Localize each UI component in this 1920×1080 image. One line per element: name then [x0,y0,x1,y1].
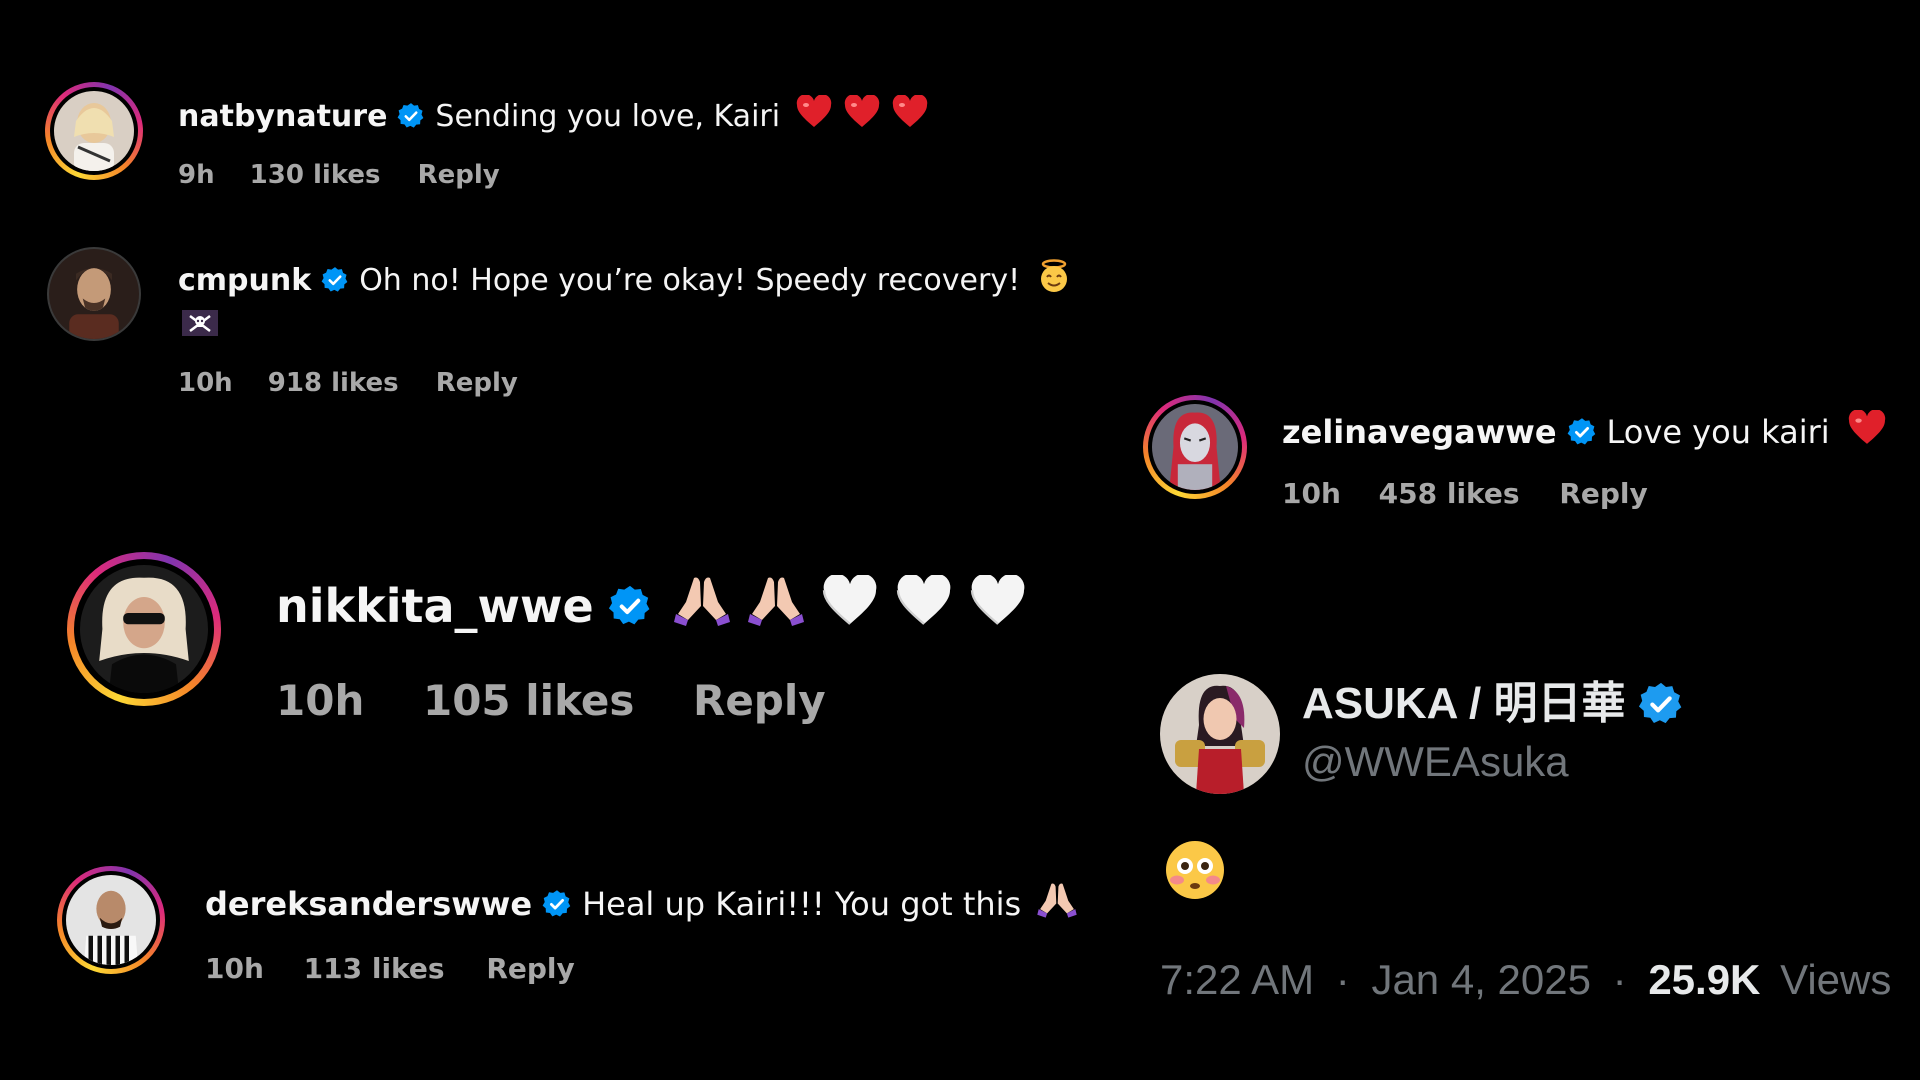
like-count[interactable]: 458 likes [1379,477,1520,510]
separator: · [1335,956,1350,1003]
comment-time: 9h [178,160,215,190]
avatar[interactable] [47,247,141,341]
comment-text: Love you kairi [1606,413,1830,451]
avatar[interactable] [45,82,143,180]
verified-badge-icon [397,102,425,130]
username[interactable]: natbynature [178,99,387,134]
reply-button[interactable]: Reply [1559,477,1647,510]
separator: · [1612,956,1627,1003]
profile-photo [66,875,156,965]
folded-hands-icon [747,574,804,639]
verified-badge-icon [1567,417,1597,447]
red-heart-icon [796,94,832,137]
avatar[interactable] [1143,395,1247,499]
profile-photo [80,565,208,693]
comment-time: 10h [178,368,233,398]
comment-time: 10h [205,952,264,985]
reply-button[interactable]: Reply [486,952,574,985]
profile-photo [1160,674,1280,794]
white-heart-icon [896,573,952,638]
white-heart-icon [970,573,1026,638]
red-heart-icon [844,94,880,137]
comment-text: Heal up Kairi!!! You got this [582,885,1022,923]
red-heart-icon [892,94,928,137]
comment-time: 10h [1282,477,1341,510]
views-label: Views [1780,956,1892,1003]
reply-button[interactable]: Reply [418,160,500,190]
display-name-text: ASUKA / 明日華 [1302,679,1626,728]
profile-photo [54,91,134,171]
username[interactable]: nikkita_wwe [276,579,594,633]
skull-crossbones-flag-icon [182,310,218,340]
handle[interactable]: @WWEAsuka [1302,738,1569,786]
avatar[interactable] [67,552,221,706]
verified-badge-icon [1638,681,1684,727]
avatar[interactable] [57,866,165,974]
comment-text: Oh no! Hope you’re okay! Speedy recovery… [359,262,1021,298]
username[interactable]: dereksanderswwe [205,885,532,923]
comment-text: Sending you love, Kairi [435,98,781,134]
tweet-meta: 7:22 AM · Jan 4, 2025 · 25.9K Views [1160,956,1891,1004]
like-count[interactable]: 130 likes [250,160,381,190]
reply-button[interactable]: Reply [436,368,518,398]
verified-badge-icon [542,889,572,919]
folded-hands-icon [673,574,730,639]
views-count: 25.9K [1648,956,1761,1003]
tweet-time[interactable]: 7:22 AM [1160,956,1314,1003]
red-heart-icon [1848,409,1886,454]
verified-badge-icon [321,266,349,294]
username[interactable]: cmpunk [178,263,311,298]
verified-badge-icon [608,584,652,628]
tweet-date[interactable]: Jan 4, 2025 [1371,956,1591,1003]
username[interactable]: zelinavegawwe [1282,413,1557,451]
reply-button[interactable]: Reply [693,676,826,725]
avatar[interactable] [1160,674,1280,794]
profile-photo [1152,404,1238,490]
folded-hands-icon [1037,881,1077,927]
display-name[interactable]: ASUKA / 明日華 [1302,680,1684,728]
comment-time: 10h [276,676,365,725]
like-count[interactable]: 113 likes [304,952,445,985]
like-count[interactable]: 105 likes [423,676,634,725]
face-with-halo-icon [1036,258,1072,302]
flushed-face-icon [1163,838,1227,902]
profile-photo [49,249,139,339]
like-count[interactable]: 918 likes [268,368,399,398]
white-heart-icon [822,573,878,638]
